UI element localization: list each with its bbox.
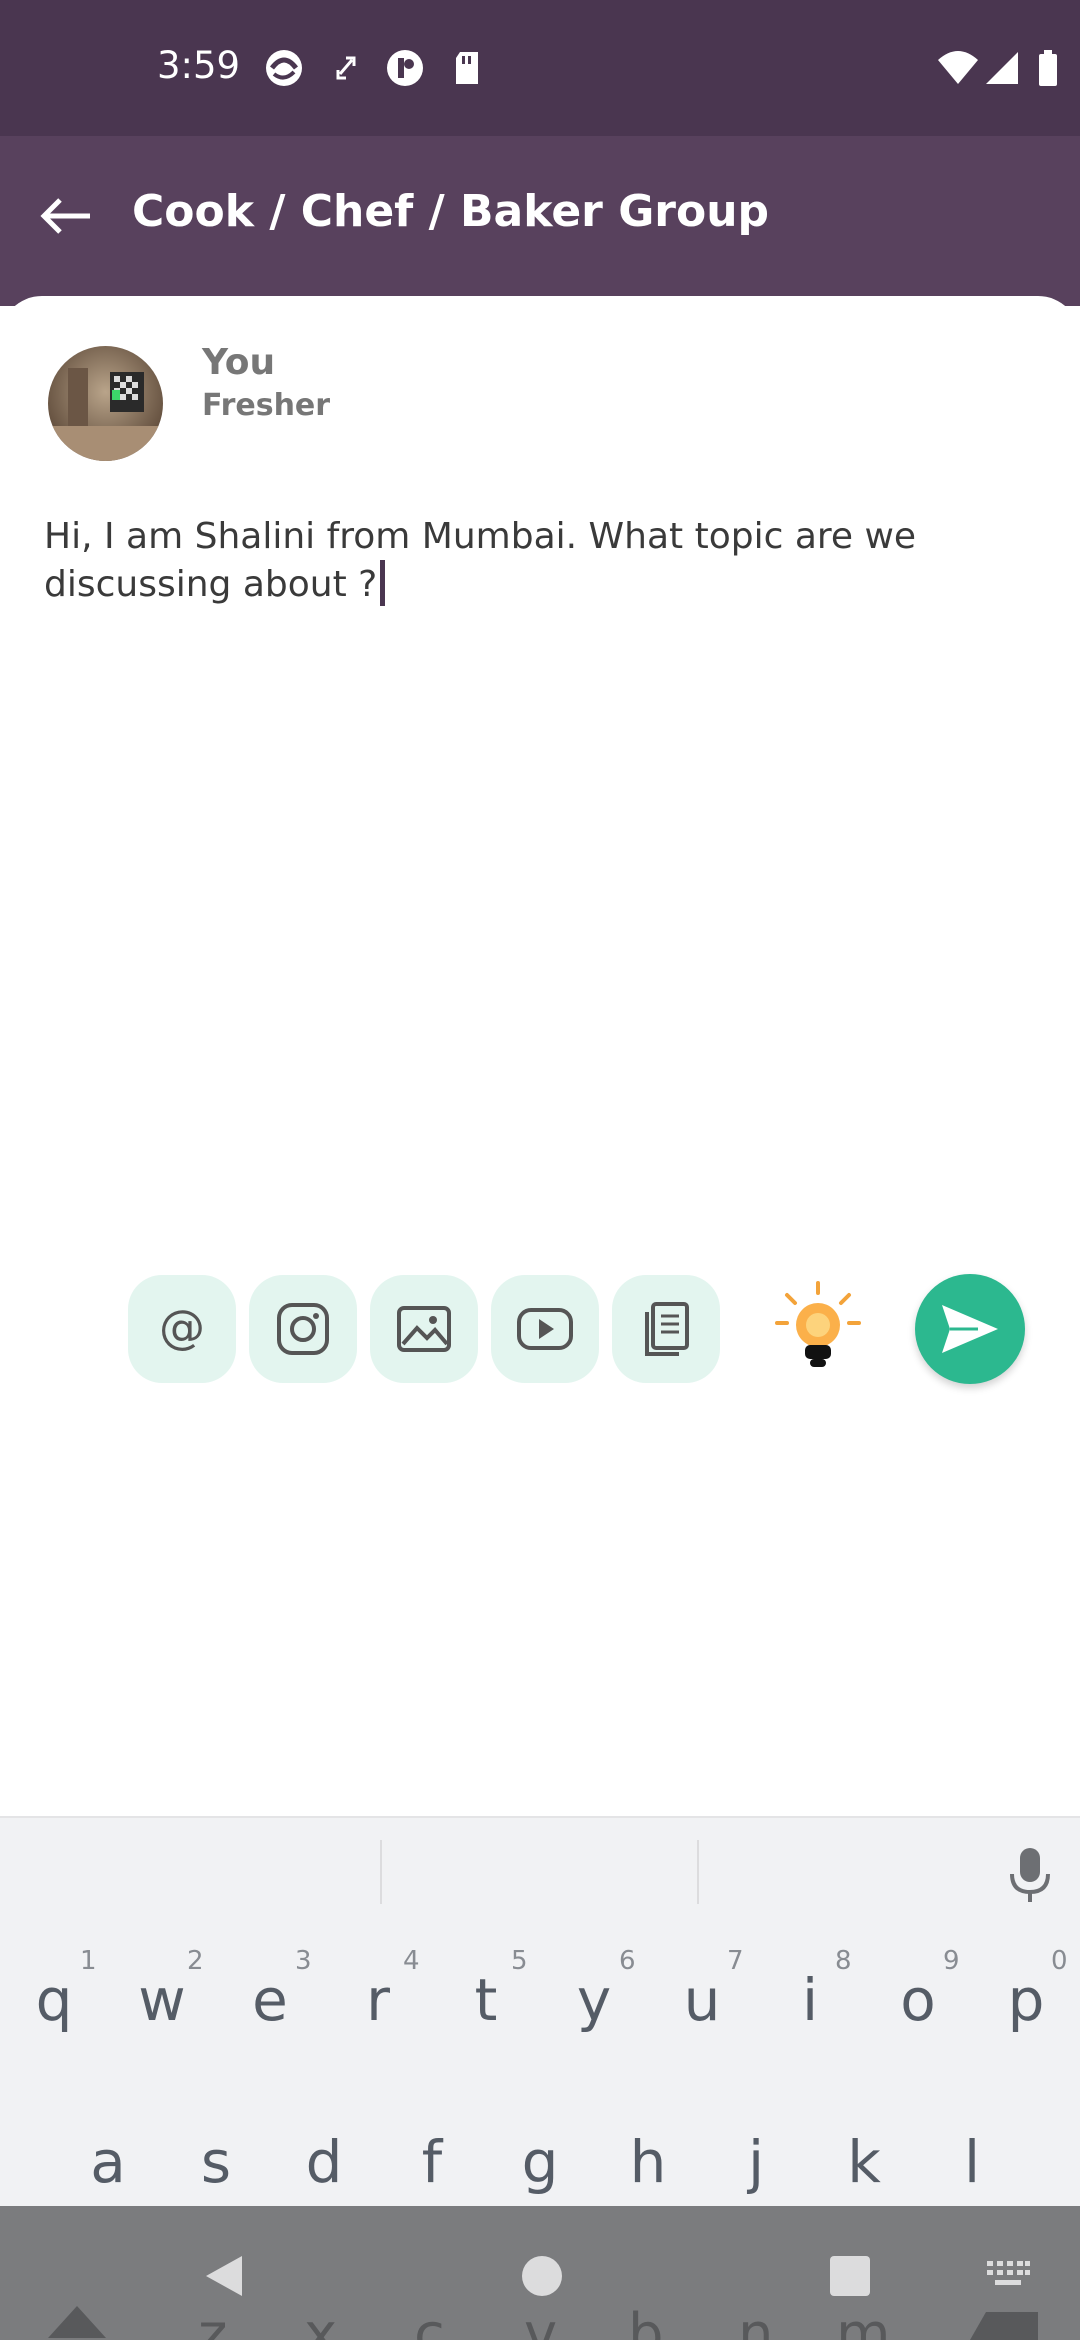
key-f[interactable]: f [378,2128,486,2196]
battery-icon [1039,50,1057,86]
key-r[interactable]: r [324,1966,432,2034]
idea-button[interactable] [768,1275,868,1383]
key-l[interactable]: l [918,2128,1026,2196]
key-i[interactable]: i [756,1966,864,2034]
backspace-icon[interactable] [968,2310,1040,2340]
key-k[interactable]: k [810,2128,918,2196]
key-h[interactable]: h [594,2128,702,2196]
author-role: Fresher [202,388,331,423]
youtube-icon [517,1308,573,1350]
mention-icon: @ [159,1301,205,1354]
key-w[interactable]: w [108,1966,216,2034]
status-bar: 3:59 [0,0,1080,136]
key-q[interactable]: q [0,1966,108,2034]
text-cursor [380,560,386,606]
shift-icon[interactable] [44,2302,110,2340]
navigation-bar: z x c v b n m [0,2206,1080,2340]
nav-recents-button[interactable] [822,2248,878,2304]
post-composer: You Fresher Hi, I am Shalini from Mumbai… [0,296,1080,1816]
key-c[interactable]: c [414,2302,445,2340]
key-e[interactable]: e [216,1966,324,2034]
instagram-button[interactable] [249,1275,357,1383]
key-a[interactable]: a [54,2128,162,2196]
expand-icon [336,56,356,80]
sync-app-icon [266,50,302,86]
circle-home-icon [522,2256,562,2296]
key-x[interactable]: x [304,2302,337,2340]
square-recents-icon [830,2256,870,2296]
key-v[interactable]: v [524,2302,557,2340]
key-j[interactable]: j [702,2128,810,2196]
keyboard-icon [987,2261,1030,2285]
youtube-button[interactable] [491,1275,599,1383]
key-z[interactable]: z [198,2302,227,2340]
key-m[interactable]: m [836,2302,891,2340]
key-u[interactable]: u [648,1966,756,2034]
send-icon [942,1305,998,1353]
instagram-icon [277,1303,329,1355]
cellular-signal-icon [986,52,1018,84]
send-button[interactable] [915,1274,1025,1384]
key-n[interactable]: n [738,2302,774,2340]
key-y[interactable]: y [540,1966,648,2034]
image-button[interactable] [370,1275,478,1383]
sd-card-icon [456,52,478,84]
wifi-icon [938,51,978,84]
status-time: 3:59 [157,44,241,87]
keyboard: 1 q 2 w 3 e 4 r 5 t 6 y 7 u 8 i 9 o 0 p … [0,1926,1080,2206]
post-text: Hi, I am Shalini from Mumbai. What topic… [44,516,917,605]
key-b[interactable]: b [628,2302,664,2340]
key-s[interactable]: s [162,2128,270,2196]
document-button[interactable] [612,1275,720,1383]
app-header: Cook / Chef / Baker Group [0,136,1080,306]
key-t[interactable]: t [432,1966,540,2034]
back-button[interactable] [30,180,102,252]
key-g[interactable]: g [486,2128,594,2196]
nav-back-button[interactable] [196,2248,252,2304]
arrow-left-icon [40,198,90,234]
svg-text:@: @ [159,1301,205,1354]
page-title: Cook / Chef / Baker Group [132,186,770,237]
suggestion-divider [380,1840,382,1904]
keyboard-suggestion-strip [0,1816,1080,1926]
keyboard-switch-button[interactable] [978,2254,1038,2294]
triangle-back-icon [206,2256,242,2296]
key-o[interactable]: o [864,1966,972,2034]
mention-button[interactable]: @ [128,1275,236,1383]
suggestion-divider [697,1840,699,1904]
document-icon [645,1302,689,1356]
nav-home-button[interactable] [514,2248,570,2304]
avatar [48,346,163,461]
pocket-app-icon [387,50,423,86]
image-icon [397,1306,451,1352]
key-d[interactable]: d [270,2128,378,2196]
post-text-input[interactable]: Hi, I am Shalini from Mumbai. What topic… [44,514,1044,608]
key-p[interactable]: p [972,1966,1080,2034]
lightbulb-icon [775,1281,861,1367]
microphone-icon[interactable] [1008,1846,1052,1904]
author-name: You [202,342,276,383]
